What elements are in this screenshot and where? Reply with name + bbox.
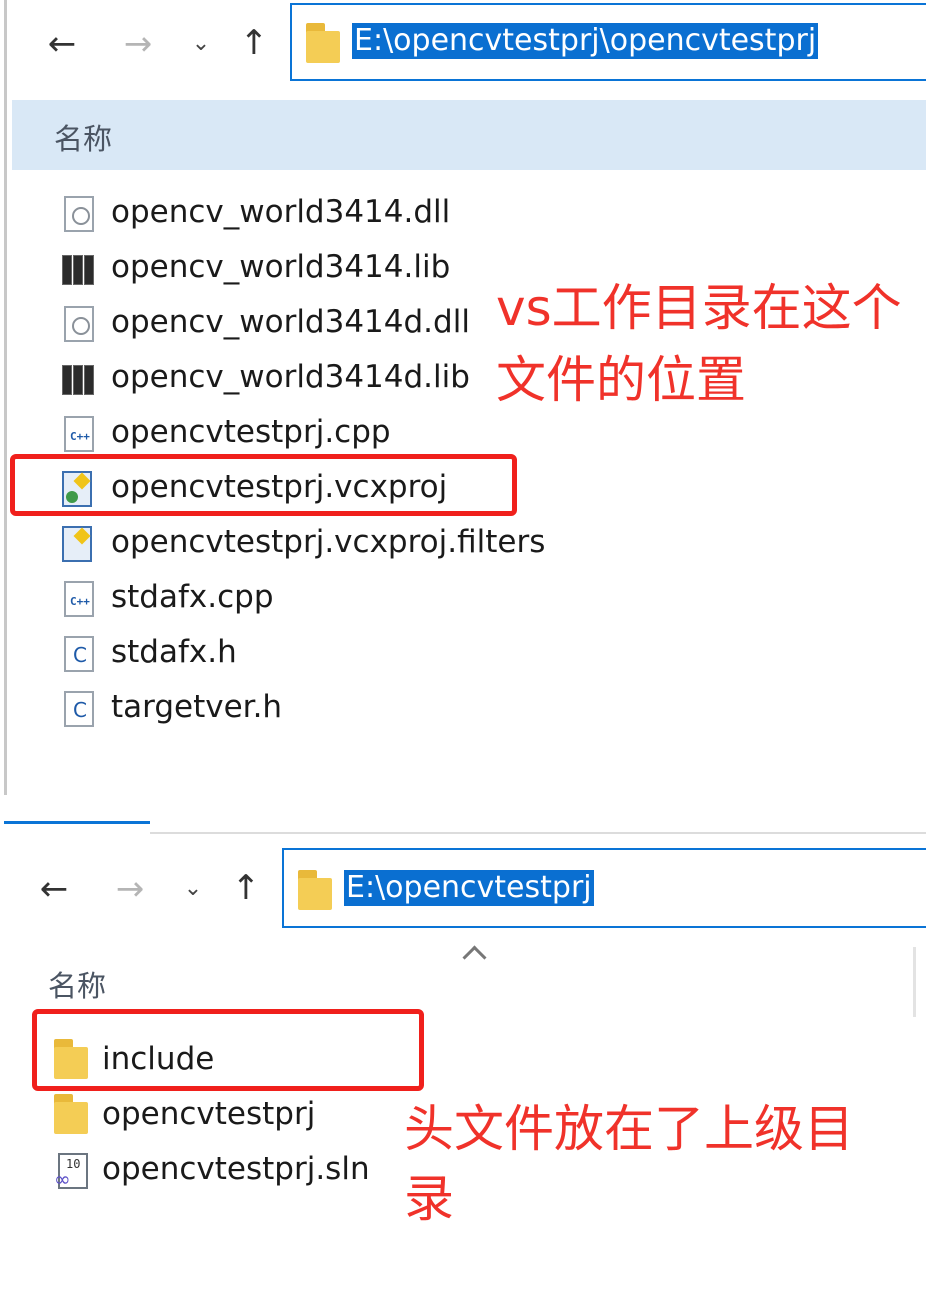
sln-icon: 10 ∞ (54, 1153, 88, 1191)
cpp-file-icon: C++ (64, 581, 94, 617)
column-header-bar: 名称 (12, 100, 926, 170)
file-name: opencvtestprj.cpp (111, 414, 391, 450)
file-name: opencv_world3414.dll (111, 194, 451, 230)
folder-icon (54, 1094, 88, 1134)
folder-icon (298, 870, 332, 910)
forward-arrow-icon[interactable]: → (116, 22, 160, 66)
list-item[interactable]: opencvtestprj (0, 1088, 400, 1142)
top-explorer-window: ← → ⌄ ↑ E:\opencvtestprj\opencvtestprj 名… (0, 0, 926, 795)
list-item[interactable]: 10 ∞ opencvtestprj.sln (0, 1143, 400, 1197)
folder-icon (306, 23, 340, 63)
file-name: opencv_world3414d.dll (111, 304, 470, 340)
list-item[interactable]: opencv_world3414.dll (0, 186, 520, 240)
column-header-name[interactable]: 名称 (48, 963, 106, 1005)
highlight-box-include (32, 1009, 424, 1091)
file-name: opencvtestprj.sln (102, 1151, 370, 1187)
up-arrow-icon[interactable]: ↑ (232, 20, 276, 66)
lib-icon (62, 361, 94, 397)
file-name: targetver.h (111, 689, 283, 725)
address-path-text[interactable]: E:\opencvtestprj (344, 870, 594, 906)
column-header-name[interactable]: 名称 (54, 116, 112, 158)
list-item[interactable]: opencv_world3414d.lib (0, 351, 520, 405)
list-item[interactable]: opencv_world3414.lib (0, 241, 520, 295)
recent-locations-chevron-icon[interactable]: ⌄ (186, 26, 216, 62)
bottom-explorer-window: ← → ⌄ ↑ E:\opencvtestprj 名称 include open… (0, 795, 926, 1292)
recent-locations-chevron-icon[interactable]: ⌄ (178, 871, 208, 907)
highlight-box-vcxproj (10, 454, 517, 516)
address-path-text[interactable]: E:\opencvtestprj\opencvtestprj (352, 23, 819, 59)
list-item[interactable]: C targetver.h (0, 681, 520, 735)
sort-ascending-icon (462, 945, 487, 970)
list-item[interactable]: C stdafx.h (0, 626, 520, 680)
list-item[interactable]: C++ opencvtestprj.cpp (0, 406, 520, 460)
forward-arrow-icon[interactable]: → (108, 867, 152, 911)
annotation-text-line1: 头文件放在了上级目 (404, 1100, 854, 1158)
file-name: opencv_world3414.lib (111, 249, 451, 285)
file-name: stdafx.cpp (111, 579, 274, 615)
header-file-icon: C (64, 691, 94, 727)
address-bar[interactable]: E:\opencvtestprj (282, 848, 926, 928)
column-separator (913, 947, 916, 1017)
back-arrow-icon[interactable]: ← (32, 867, 76, 911)
folder-name: opencvtestprj (102, 1096, 316, 1132)
dll-icon (64, 306, 94, 342)
vcxproj-filters-icon (62, 526, 92, 562)
list-item[interactable]: C++ stdafx.cpp (0, 571, 520, 625)
dll-icon (64, 196, 94, 232)
file-name: stdafx.h (111, 634, 237, 670)
file-name: opencvtestprj.vcxproj.filters (111, 524, 546, 560)
back-arrow-icon[interactable]: ← (40, 22, 84, 66)
annotation-text-line1: vs工作目录在这个 (496, 279, 902, 337)
annotation-text-line2: 文件的位置 (496, 351, 746, 409)
annotation-text-line2: 录 (404, 1170, 454, 1228)
list-item[interactable]: opencv_world3414d.dll (0, 296, 520, 350)
up-arrow-icon[interactable]: ↑ (224, 865, 268, 911)
file-name: opencv_world3414d.lib (111, 359, 470, 395)
header-file-icon: C (64, 636, 94, 672)
lib-icon (62, 251, 94, 287)
cpp-file-icon: C++ (64, 416, 94, 452)
list-item[interactable]: opencvtestprj.vcxproj.filters (0, 516, 545, 570)
address-bar[interactable]: E:\opencvtestprj\opencvtestprj (290, 3, 926, 81)
